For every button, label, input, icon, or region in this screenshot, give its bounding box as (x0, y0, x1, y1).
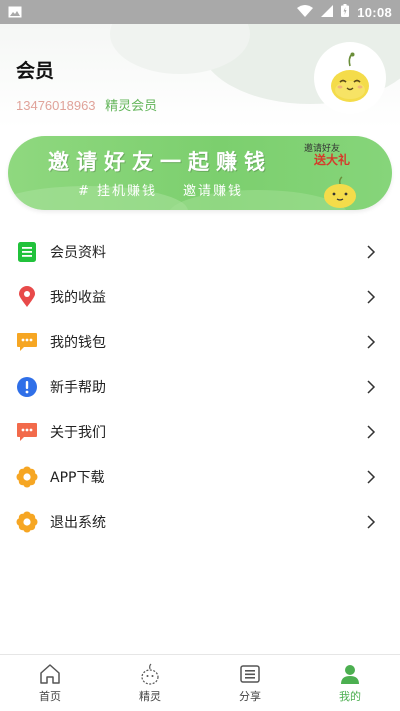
banner-sub-left: # 挂机赚钱 (78, 184, 158, 199)
menu-item-label: 新手帮助 (50, 379, 106, 396)
wifi-icon (297, 4, 314, 20)
banner-subtitle: # 挂机赚钱 邀请赚钱 (78, 180, 243, 199)
menu-item-logout[interactable]: 退出系统 (0, 499, 400, 544)
battery-icon (341, 4, 350, 20)
sprite-avatar-icon (331, 52, 369, 102)
menu-item-app-download[interactable]: APP下载 (0, 454, 400, 499)
avatar[interactable] (314, 42, 386, 114)
status-bar: 10:08 (0, 0, 400, 24)
menu-list: 会员资料 我的收益 我的钱包 新手帮助 关于我们 APP下载 退出系统 (0, 229, 400, 544)
sprite-mascot-icon (322, 176, 358, 210)
message-icon (16, 421, 38, 443)
menu-item-label: 会员资料 (50, 244, 106, 261)
chevron-right-icon (367, 514, 376, 529)
gift-badge: 邀请好友 送大礼 (304, 144, 350, 166)
nav-mine[interactable]: 我的 (300, 655, 400, 711)
chevron-right-icon (367, 289, 376, 304)
banner-title: 邀请好友一起赚钱 (48, 149, 272, 174)
banner-sub-right: 邀请赚钱 (183, 184, 244, 199)
menu-item-label: APP下载 (50, 469, 105, 486)
share-icon (239, 663, 261, 685)
sprite-icon (139, 663, 161, 685)
flower-icon (16, 511, 38, 533)
chat-bubble-icon (16, 331, 38, 353)
signal-icon (321, 4, 334, 20)
member-level: 精灵会员 (105, 99, 158, 114)
nav-label: 首页 (39, 689, 61, 703)
nav-share[interactable]: 分享 (200, 655, 300, 711)
menu-item-wallet[interactable]: 我的钱包 (0, 319, 400, 364)
menu-item-member-info[interactable]: 会员资料 (0, 229, 400, 274)
status-time: 10:08 (357, 4, 392, 20)
chevron-right-icon (367, 379, 376, 394)
chevron-right-icon (367, 469, 376, 484)
user-icon (339, 663, 361, 685)
nav-label: 精灵 (139, 689, 161, 703)
profile-header: 会员 13476018963 精灵会员 (0, 24, 400, 128)
info-icon (16, 376, 38, 398)
nav-label: 分享 (239, 689, 261, 703)
menu-item-label: 我的钱包 (50, 334, 106, 351)
nav-sprite[interactable]: 精灵 (100, 655, 200, 711)
badge-line2: 送大礼 (314, 153, 351, 167)
menu-item-label: 关于我们 (50, 424, 106, 441)
menu-item-label: 退出系统 (50, 514, 106, 531)
menu-item-help[interactable]: 新手帮助 (0, 364, 400, 409)
flower-icon (16, 466, 38, 488)
nav-home[interactable]: 首页 (0, 655, 100, 711)
chevron-right-icon (367, 244, 376, 259)
home-icon (39, 663, 61, 685)
account-info: 13476018963 精灵会员 (16, 95, 157, 114)
chevron-right-icon (367, 334, 376, 349)
invite-banner[interactable]: 邀请好友一起赚钱 # 挂机赚钱 邀请赚钱 邀请好友 送大礼 (8, 136, 392, 210)
page-title: 会员 (16, 60, 55, 82)
document-icon (16, 241, 38, 263)
image-notification-icon (8, 3, 22, 22)
chevron-right-icon (367, 424, 376, 439)
menu-item-about[interactable]: 关于我们 (0, 409, 400, 454)
phone-number: 13476018963 (16, 98, 96, 113)
menu-item-label: 我的收益 (50, 289, 106, 306)
location-pin-icon (16, 285, 38, 308)
bottom-nav: 首页 精灵 分享 我的 (0, 654, 400, 711)
nav-label: 我的 (339, 689, 361, 703)
menu-item-earnings[interactable]: 我的收益 (0, 274, 400, 319)
